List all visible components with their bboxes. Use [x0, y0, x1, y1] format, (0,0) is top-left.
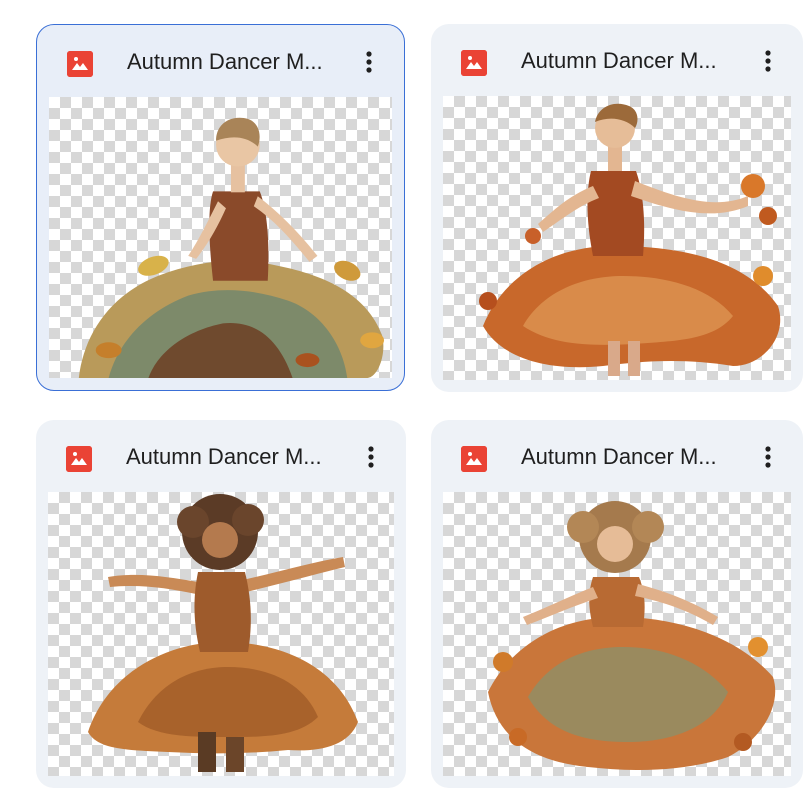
- more-vert-icon: [765, 50, 771, 72]
- dancer-image: [88, 494, 358, 772]
- more-options-button[interactable]: [354, 440, 388, 474]
- file-thumbnail[interactable]: [443, 96, 791, 380]
- file-card-header: Autumn Dancer M...: [431, 24, 803, 96]
- more-vert-icon: [368, 446, 374, 468]
- file-thumbnail[interactable]: [49, 97, 392, 378]
- file-thumbnail[interactable]: [443, 492, 791, 776]
- dancer-image: [78, 117, 385, 378]
- more-options-button[interactable]: [751, 440, 785, 474]
- file-card[interactable]: Autumn Dancer M...: [36, 420, 406, 788]
- file-card-header: Autumn Dancer M...: [37, 25, 404, 97]
- file-grid: Autumn Dancer M... Autumn Dancer M... Au…: [0, 0, 812, 798]
- file-card-header: Autumn Dancer M...: [36, 420, 406, 492]
- more-vert-icon: [765, 446, 771, 468]
- image-file-icon: [461, 446, 487, 472]
- dancer-image: [488, 501, 776, 770]
- file-title[interactable]: Autumn Dancer M...: [126, 442, 354, 472]
- more-options-button[interactable]: [352, 45, 386, 79]
- file-title[interactable]: Autumn Dancer M...: [127, 47, 355, 77]
- file-card-header: Autumn Dancer M...: [431, 420, 803, 492]
- image-file-icon: [66, 446, 92, 472]
- image-file-icon: [461, 50, 487, 76]
- image-file-icon: [67, 51, 93, 77]
- more-options-button[interactable]: [751, 44, 785, 78]
- file-card[interactable]: Autumn Dancer M...: [431, 24, 803, 392]
- file-card[interactable]: Autumn Dancer M...: [36, 24, 405, 391]
- dancer-image: [479, 103, 781, 376]
- file-title[interactable]: Autumn Dancer M...: [521, 442, 749, 472]
- file-card[interactable]: Autumn Dancer M...: [431, 420, 803, 788]
- more-vert-icon: [366, 51, 372, 73]
- file-thumbnail[interactable]: [48, 492, 394, 776]
- file-title[interactable]: Autumn Dancer M...: [521, 46, 749, 76]
